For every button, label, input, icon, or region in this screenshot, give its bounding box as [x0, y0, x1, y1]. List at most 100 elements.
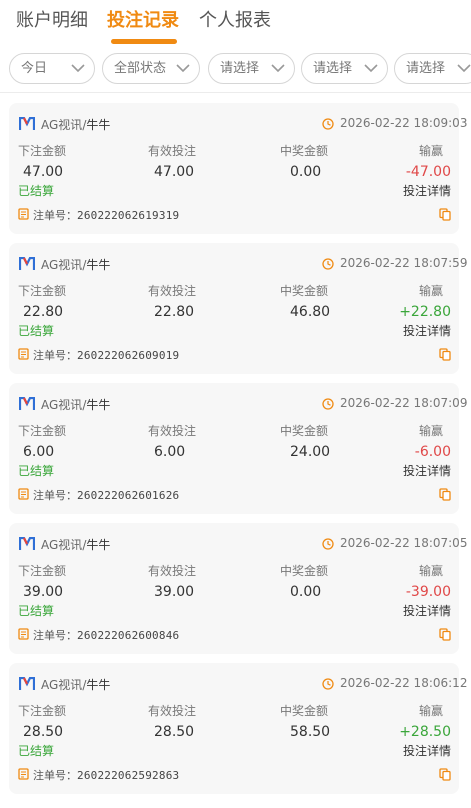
order-number-value: 260222062600846: [77, 629, 180, 642]
valid-bet-value: 39.00: [154, 584, 195, 600]
game-name: AG视讯/牛牛: [41, 676, 110, 693]
bet-amount-label: 下注金额: [18, 564, 67, 578]
game-type: 牛牛: [86, 118, 111, 132]
profit-loss-value: +28.50: [399, 724, 451, 740]
clock-icon: [322, 678, 334, 690]
game-type: 牛牛: [86, 538, 111, 552]
filter-bar: 今日 全部状态 请选择 请选择 请选择: [0, 52, 471, 86]
profit-loss-label: 输赢: [419, 564, 444, 578]
win-amount-label: 中奖金额: [280, 704, 329, 718]
bet-record-card[interactable]: AG视讯/牛牛 2026-02-22 18:07:05 下注金额 有效投注 中奖金额 输赢…: [9, 523, 467, 654]
copy-icon[interactable]: [439, 348, 451, 361]
type-filter-select[interactable]: 请选择: [394, 53, 471, 84]
document-icon: [18, 488, 29, 500]
copy-icon[interactable]: [439, 488, 451, 501]
win-amount-label: 中奖金额: [280, 284, 329, 298]
order-number-label: 注单号：: [33, 629, 77, 642]
bet-record-card[interactable]: AG视讯/牛牛 2026-02-22 18:09:03 下注金额 有效投注 中奖金额 输赢…: [9, 103, 467, 234]
profit-loss-value: -39.00: [405, 584, 451, 600]
profit-loss-value: -6.00: [414, 444, 451, 460]
status-filter-label: 全部状态: [114, 61, 167, 76]
win-amount-value: 46.80: [290, 304, 331, 320]
ag-logo-icon: [19, 257, 35, 270]
game-name: AG视讯/牛牛: [41, 536, 110, 553]
profit-loss-value: +22.80: [399, 304, 451, 320]
clock-icon: [322, 538, 334, 550]
game-name: AG视讯/牛牛: [41, 256, 110, 273]
bet-record-card[interactable]: AG视讯/牛牛 2026-02-22 18:07:09 下注金额 有效投注 中奖金额 输赢…: [9, 383, 467, 514]
valid-bet-value: 22.80: [154, 304, 195, 320]
order-number: 注单号：260222062619319: [33, 207, 179, 223]
bet-record-card[interactable]: AG视讯/牛牛 2026-02-22 18:07:59 下注金额 有效投注 中奖金额 输赢…: [9, 243, 467, 374]
date-filter-label: 今日: [21, 61, 48, 76]
bet-detail-link[interactable]: 投注详情: [403, 462, 451, 479]
bet-detail-link[interactable]: 投注详情: [403, 322, 451, 339]
date-filter-select[interactable]: 今日: [9, 53, 95, 84]
tab-account-details[interactable]: 账户明细: [16, 6, 88, 32]
valid-bet-label: 有效投注: [148, 284, 197, 298]
valid-bet-value: 28.50: [154, 724, 195, 740]
copy-icon[interactable]: [439, 628, 451, 641]
bet-amount-label: 下注金额: [18, 424, 67, 438]
platform-filter-label: 请选择: [313, 61, 353, 76]
top-tab-bar: 账户明细 投注记录 个人报表: [0, 0, 471, 50]
platform-name: AG视讯: [41, 678, 83, 692]
bet-detail-link[interactable]: 投注详情: [403, 182, 451, 199]
valid-bet-label: 有效投注: [148, 704, 197, 718]
bet-time: 2026-02-22 18:07:59: [340, 256, 468, 270]
bet-amount-label: 下注金额: [18, 704, 67, 718]
tab-personal-report[interactable]: 个人报表: [199, 6, 271, 32]
settled-status: 已结算: [18, 604, 55, 618]
profit-loss-label: 输赢: [419, 144, 444, 158]
order-number-label: 注单号：: [33, 769, 77, 782]
bet-time: 2026-02-22 18:07:05: [340, 536, 468, 550]
order-number-value: 260222062601626: [77, 489, 180, 502]
order-number: 注单号：260222062592863: [33, 767, 179, 783]
profit-loss-value: -47.00: [405, 164, 451, 180]
bet-amount-value: 39.00: [23, 584, 64, 600]
platform-filter-select[interactable]: 请选择: [301, 53, 388, 84]
settled-status: 已结算: [18, 184, 55, 198]
clock-icon: [322, 118, 334, 130]
chevron-down-icon: [71, 64, 85, 73]
filter-divider: [0, 92, 471, 93]
copy-icon[interactable]: [439, 768, 451, 781]
settled-status: 已结算: [18, 744, 55, 758]
game-type: 牛牛: [86, 398, 111, 412]
ag-logo-icon: [19, 537, 35, 550]
ag-logo-icon: [19, 397, 35, 410]
valid-bet-value: 47.00: [154, 164, 195, 180]
game-name: AG视讯/牛牛: [41, 116, 110, 133]
bet-amount-value: 6.00: [23, 444, 55, 460]
bet-record-card[interactable]: AG视讯/牛牛 2026-02-22 18:06:12 下注金额 有效投注 中奖金额 输赢…: [9, 663, 467, 794]
bet-detail-link[interactable]: 投注详情: [403, 742, 451, 759]
valid-bet-label: 有效投注: [148, 144, 197, 158]
platform-name: AG视讯: [41, 258, 83, 272]
ag-logo-icon: [19, 677, 35, 690]
valid-bet-label: 有效投注: [148, 564, 197, 578]
type-filter-label: 请选择: [406, 61, 446, 76]
order-number: 注单号：260222062601626: [33, 487, 179, 503]
bet-detail-link[interactable]: 投注详情: [403, 602, 451, 619]
valid-bet-value: 6.00: [154, 444, 186, 460]
settled-status: 已结算: [18, 324, 55, 338]
order-number-label: 注单号：: [33, 349, 77, 362]
game-filter-select[interactable]: 请选择: [208, 53, 295, 84]
bet-amount-value: 22.80: [23, 304, 64, 320]
order-number: 注单号：260222062600846: [33, 627, 179, 643]
win-amount-label: 中奖金额: [280, 144, 329, 158]
chevron-down-icon: [176, 64, 190, 73]
valid-bet-label: 有效投注: [148, 424, 197, 438]
tab-bet-records[interactable]: 投注记录: [107, 6, 179, 32]
win-amount-label: 中奖金额: [280, 424, 329, 438]
platform-name: AG视讯: [41, 118, 83, 132]
status-filter-select[interactable]: 全部状态: [102, 53, 200, 84]
order-number-value: 260222062619319: [77, 209, 180, 222]
win-amount-value: 0.00: [290, 584, 322, 600]
copy-icon[interactable]: [439, 208, 451, 221]
document-icon: [18, 208, 29, 220]
order-number: 注单号：260222062609019: [33, 347, 179, 363]
win-amount-value: 24.00: [290, 444, 331, 460]
win-amount-label: 中奖金额: [280, 564, 329, 578]
document-icon: [18, 768, 29, 780]
